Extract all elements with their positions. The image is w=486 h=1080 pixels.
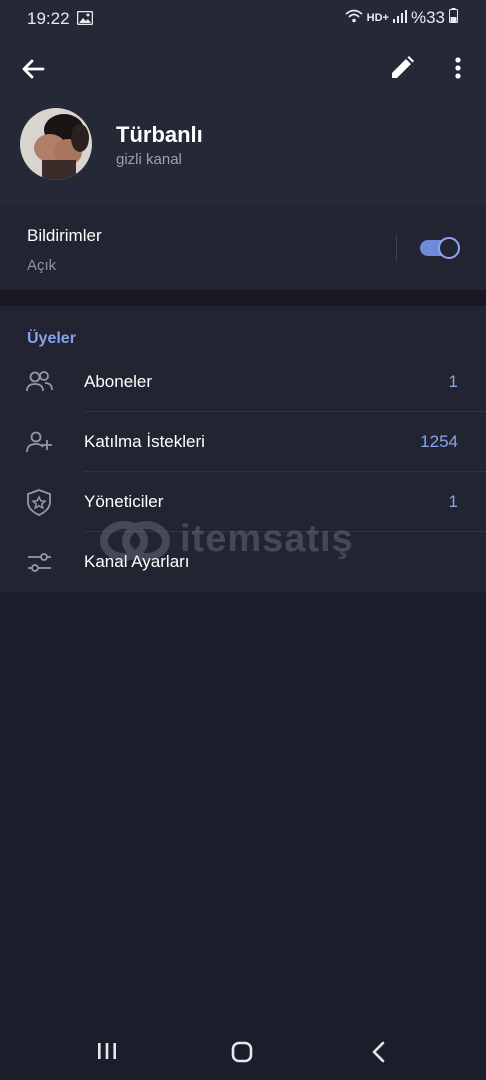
gallery-notification-icon: [76, 10, 94, 30]
signal-icon: [392, 8, 407, 28]
channel-type: gizli kanal: [116, 151, 182, 168]
channel-header: Türbanlı gizli kanal: [0, 36, 486, 206]
members-section-title: Üyeler: [27, 330, 76, 347]
shield-star-icon: [24, 487, 54, 517]
edit-button[interactable]: [388, 54, 416, 82]
more-vert-icon: [455, 57, 461, 79]
settings-sliders-icon: [24, 547, 54, 577]
members-section: Üyeler Aboneler 1 Katılma İstekleri 1254…: [0, 306, 486, 592]
toggle-knob: [438, 237, 460, 259]
notifications-row[interactable]: Bildirimler Açık: [0, 206, 486, 290]
channel-name: Türbanlı: [116, 122, 203, 147]
row-channel-settings[interactable]: Kanal Ayarları: [0, 532, 486, 592]
wifi-icon: [345, 8, 363, 28]
recent-apps-icon: [98, 1043, 116, 1059]
back-arrow-icon: [22, 59, 45, 79]
notifications-title: Bildirimler: [27, 226, 102, 245]
battery-level: %33: [410, 8, 445, 27]
row-admins[interactable]: Yöneticiler 1: [0, 472, 486, 532]
row-value: 1: [448, 492, 458, 511]
network-type: HD+: [366, 12, 389, 24]
notifications-status: Açık: [27, 257, 57, 274]
chevron-left-icon: [372, 1041, 385, 1063]
row-value: 1: [448, 372, 458, 391]
notifications-toggle[interactable]: [420, 237, 462, 259]
battery-icon: [449, 8, 458, 28]
row-subscribers[interactable]: Aboneler 1: [0, 352, 486, 412]
more-options-button[interactable]: [446, 54, 470, 82]
status-bar: 19:22 HD+ %33: [0, 0, 486, 36]
row-value: 1254: [420, 432, 458, 451]
status-right-group: HD+ %33: [345, 8, 458, 28]
row-join-requests[interactable]: Katılma İstekleri 1254: [0, 412, 486, 472]
system-back-button[interactable]: [368, 1040, 390, 1069]
row-label: Katılma İstekleri: [84, 432, 205, 451]
back-button[interactable]: [18, 54, 48, 84]
status-time: 19:22: [27, 9, 70, 28]
notifications-divider: [396, 234, 397, 262]
system-nav-bar: [0, 1024, 486, 1080]
home-button[interactable]: [230, 1040, 254, 1069]
row-label: Kanal Ayarları: [84, 552, 190, 571]
row-label: Yöneticiler: [84, 492, 164, 511]
add-person-icon: [24, 427, 54, 457]
row-label: Aboneler: [84, 372, 153, 391]
channel-avatar[interactable]: [20, 108, 92, 180]
people-icon: [24, 367, 54, 397]
recent-apps-button[interactable]: [96, 1040, 118, 1067]
section-gap: [0, 290, 486, 306]
edit-pencil-icon: [392, 56, 414, 78]
home-icon: [231, 1041, 253, 1063]
